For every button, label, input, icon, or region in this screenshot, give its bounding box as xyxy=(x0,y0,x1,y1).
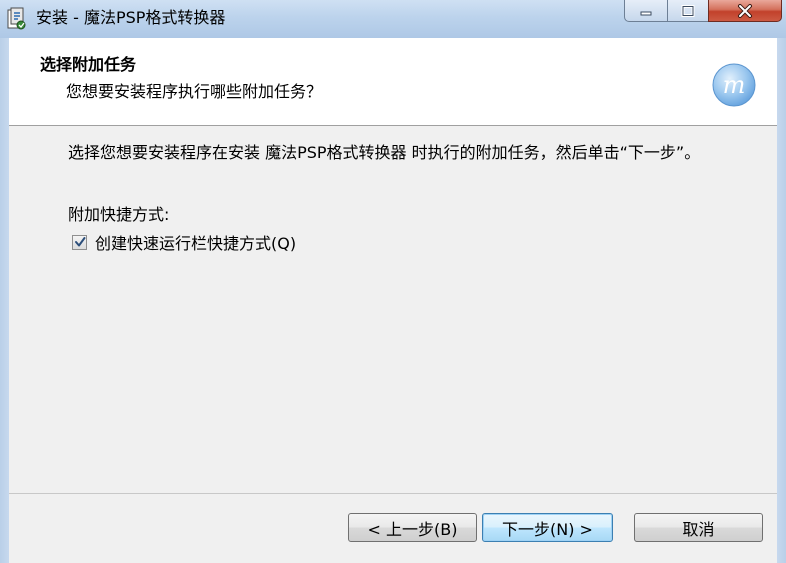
next-button[interactable]: 下一步(N) > xyxy=(482,513,613,542)
minimize-icon xyxy=(640,11,652,15)
maximize-icon xyxy=(681,4,695,17)
window-frame-right xyxy=(777,38,786,563)
wizard-header: 选择附加任务 您想要安装程序执行哪些附加任务？ m xyxy=(9,38,777,126)
window-title: 安装 - 魔法PSP格式转换器 xyxy=(36,8,226,27)
footer-divider xyxy=(9,493,777,494)
page-title: 选择附加任务 xyxy=(40,55,137,74)
title-bar[interactable]: 安装 - 魔法PSP格式转换器 xyxy=(0,0,786,38)
app-logo-icon: m xyxy=(711,62,757,108)
page-subtitle: 您想要安装程序执行哪些附加任务？ xyxy=(66,82,323,101)
window-frame-left xyxy=(0,38,9,563)
svg-text:m: m xyxy=(723,71,746,99)
close-button[interactable] xyxy=(708,0,782,22)
minimize-button[interactable] xyxy=(624,0,668,22)
cancel-button[interactable]: 取消 xyxy=(634,513,763,542)
maximize-button[interactable] xyxy=(667,0,709,22)
quick-launch-shortcut-option[interactable]: 创建快速运行栏快捷方式(Q) xyxy=(72,230,296,254)
task-description: 选择您想要安装程序在安装 魔法PSP格式转换器 时执行的附加任务，然后单击“下一… xyxy=(68,143,701,162)
checkmark-icon xyxy=(75,236,86,246)
quick-launch-label: 创建快速运行栏快捷方式(Q) xyxy=(95,234,297,253)
back-button[interactable]: < 上一步(B) xyxy=(348,513,477,542)
installer-window: 安装 - 魔法PSP格式转换器 选择附加任务 您想要安装程序执行哪些附加任务？ xyxy=(0,0,786,563)
shortcut-section-label: 附加快捷方式: xyxy=(68,205,170,224)
close-icon xyxy=(738,3,752,18)
quick-launch-checkbox[interactable] xyxy=(72,234,87,250)
installer-app-icon xyxy=(6,6,28,32)
